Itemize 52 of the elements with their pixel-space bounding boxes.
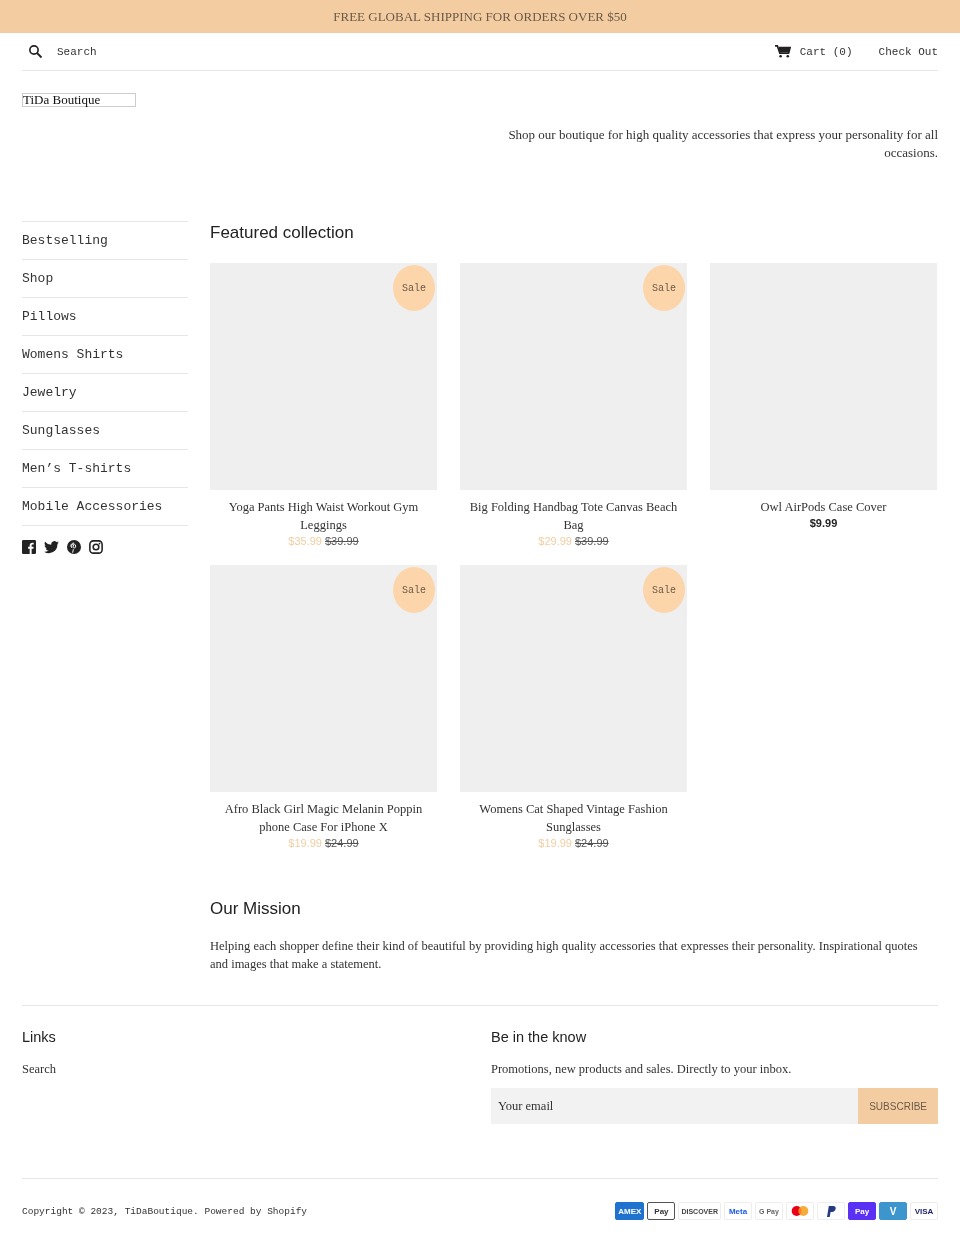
product-title[interactable]: Big Folding Handbag Tote Canvas Beach Bag (460, 498, 687, 534)
product-price: $29.99 (538, 535, 572, 547)
payment-icon: Meta (724, 1202, 752, 1220)
sidebar-item[interactable]: Sunglasses (22, 423, 100, 438)
payment-icon: VISA (910, 1202, 938, 1220)
payment-icon (817, 1202, 845, 1220)
product-title[interactable]: Womens Cat Shaped Vintage Fashion Sunglasses (460, 800, 687, 836)
payment-icon: V (879, 1202, 907, 1220)
newsletter-text: Promotions, new products and sales. Directly to your inbox. (491, 1062, 792, 1077)
search-icon[interactable] (28, 44, 43, 59)
product-price: $19.99 (288, 837, 322, 849)
cart-icon[interactable] (774, 45, 791, 58)
sidebar-item[interactable]: Pillows (22, 309, 77, 324)
store-link[interactable]: TiDaBoutique (124, 1205, 194, 1217)
footer-link[interactable]: Search (22, 1062, 56, 1077)
copyright-text: Copyright © 2023, TiDaBoutique. Powered by Shopify (22, 1205, 308, 1217)
sidebar-item[interactable]: Men’s T-shirts (22, 461, 132, 476)
payment-icon: Pay (848, 1202, 876, 1220)
product-title[interactable]: Owl AirPods Case Cover (710, 498, 937, 516)
mission-text: Helping each shopper define their kind of beautiful by providing high quality accessories that expresses their personality. Inspirational quotes and images that make a statement. (210, 938, 919, 973)
compare-price: $24.99 (325, 837, 359, 849)
payment-icon: AMEX (615, 1202, 645, 1220)
cart-link[interactable]: Cart (0) (799, 45, 853, 58)
product-price: $19.99 (538, 837, 572, 849)
section-heading: Our Mission (210, 898, 302, 919)
product-price: $9.99 (809, 517, 838, 529)
instagram-icon[interactable] (89, 540, 103, 554)
product-title[interactable]: Yoga Pants High Waist Workout Gym Leggings (210, 498, 437, 534)
pinterest-icon[interactable] (67, 540, 81, 554)
sidebar-item[interactable]: Bestselling (22, 233, 108, 248)
payment-icon (786, 1202, 814, 1220)
footer-heading: Links (22, 1029, 56, 1045)
announcement-text: FREE GLOBAL SHIPPING FOR ORDERS OVER $50 (333, 8, 627, 25)
checkout-link[interactable]: Check Out (878, 45, 938, 58)
sidebar-item[interactable]: Jewelry (22, 385, 77, 400)
product-title[interactable]: Afro Black Girl Magic Melanin Poppin phone Case For iPhone X (210, 800, 437, 836)
twitter-icon[interactable] (44, 540, 59, 554)
subscribe-button[interactable]: SUBSCRIBE (858, 1088, 938, 1124)
facebook-icon[interactable] (22, 540, 36, 554)
sidebar-item[interactable]: Mobile Accessories (22, 499, 163, 514)
payment-icon: Pay (647, 1202, 676, 1220)
email-field[interactable]: Your email (491, 1088, 859, 1124)
tagline: Shop our boutique for high quality accessories that express your personality for all occasions. (507, 126, 938, 162)
product-price: $35.99 (288, 535, 322, 547)
footer-heading: Be in the know (491, 1029, 587, 1045)
section-heading: Featured collection (210, 222, 355, 243)
sidebar-item[interactable]: Womens Shirts (22, 347, 124, 362)
compare-price: $24.99 (575, 837, 609, 849)
sidebar-item[interactable]: Shop (22, 271, 54, 286)
compare-price: $39.99 (575, 535, 609, 547)
store-logo[interactable]: TiDa Boutique (22, 93, 136, 107)
compare-price: $39.99 (325, 535, 359, 547)
